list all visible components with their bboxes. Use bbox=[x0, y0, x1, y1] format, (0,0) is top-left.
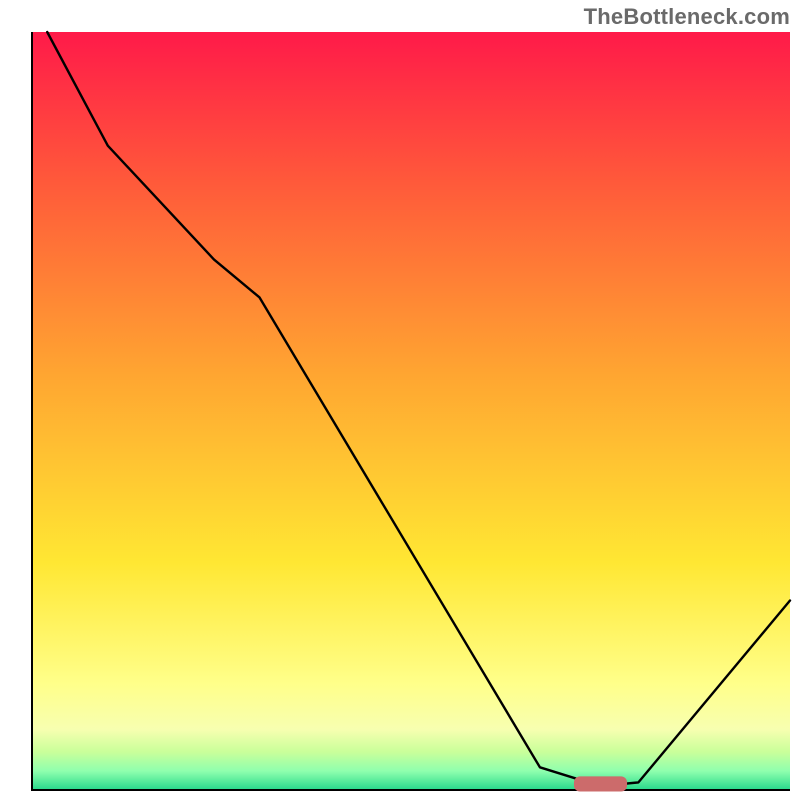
bottleneck-chart bbox=[0, 0, 800, 800]
plot-background bbox=[32, 32, 790, 790]
optimal-marker bbox=[574, 776, 627, 791]
chart-stage: TheBottleneck.com bbox=[0, 0, 800, 800]
